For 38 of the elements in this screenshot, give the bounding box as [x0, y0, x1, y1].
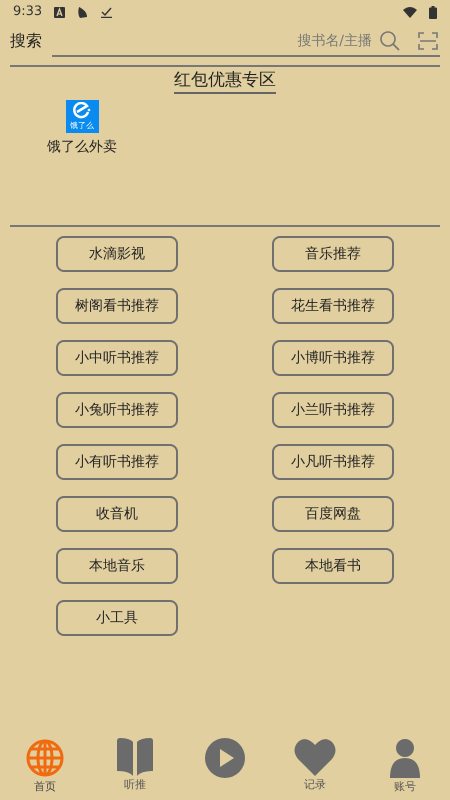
app-icon[interactable]: 饿了么 [66, 100, 98, 133]
status-time: 9:33 [13, 3, 42, 22]
menu-button[interactable]: 收音机 [56, 496, 178, 532]
nav-tab[interactable]: 记录 [270, 738, 360, 794]
search-field[interactable]: 搜书名/主播 [52, 30, 372, 52]
nav-tab[interactable]: 账号 [360, 738, 450, 796]
logo-text: 饿了么 [70, 121, 94, 131]
nav-tab[interactable]: 首页 [0, 738, 90, 796]
menu-button[interactable]: 小有听书推荐 [56, 444, 178, 480]
person-icon [390, 738, 420, 778]
menu-button[interactable]: 小中听书推荐 [56, 340, 178, 376]
notification-icon [54, 6, 66, 18]
scan-icon[interactable] [418, 32, 438, 50]
search-label: 搜索 [10, 30, 42, 52]
nav-tab[interactable]: 听推 [90, 738, 180, 794]
menu-button[interactable]: 小工具 [56, 600, 178, 636]
menu-button[interactable]: 本地音乐 [56, 548, 178, 584]
menu-button[interactable]: 小博听书推荐 [272, 340, 394, 376]
menu-button[interactable]: 水滴影视 [56, 236, 178, 272]
battery-icon [429, 6, 437, 18]
section-title: 红包优惠专区 [174, 68, 276, 94]
menu-button[interactable]: 百度网盘 [272, 496, 394, 532]
wifi-icon [403, 6, 417, 18]
logo-icon [73, 102, 91, 119]
menu-button[interactable]: 本地看书 [272, 548, 394, 584]
heart-icon [294, 738, 336, 776]
search-icon[interactable] [380, 31, 400, 51]
menu-button[interactable]: 小凡听书推荐 [272, 444, 394, 480]
download-done-icon [101, 6, 112, 18]
globe-icon [25, 738, 65, 778]
menu-button[interactable]: 花生看书推荐 [272, 288, 394, 324]
book-icon [116, 738, 154, 776]
menu-button[interactable]: 小兰听书推荐 [272, 392, 394, 428]
app-label[interactable]: 饿了么外卖 [47, 137, 117, 158]
menu-button[interactable]: 小兔听书推荐 [56, 392, 178, 428]
menu-button[interactable]: 树阁看书推荐 [56, 288, 178, 324]
play-icon [205, 738, 245, 778]
menu-button[interactable]: 音乐推荐 [272, 236, 394, 272]
